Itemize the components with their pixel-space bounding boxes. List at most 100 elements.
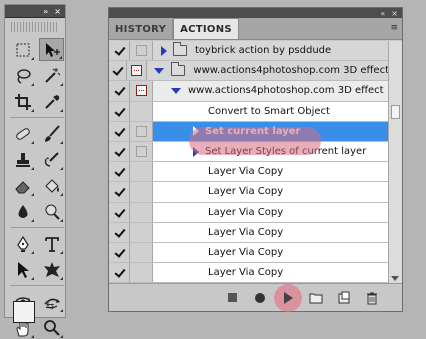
scroll-down-arrow-icon[interactable] [391, 276, 399, 281]
dodge-icon [45, 204, 60, 220]
toggle-item-checkbox[interactable] [109, 202, 130, 222]
checkmark-icon [114, 45, 125, 56]
expand-triangle-icon[interactable] [193, 146, 199, 157]
action-row[interactable]: www.actions4photoshop.com 3D effect [109, 81, 389, 102]
toggle-dialog-checkbox[interactable] [130, 222, 153, 242]
create-new-set-button[interactable] [309, 291, 323, 305]
scrollbar-thumb[interactable] [391, 105, 400, 119]
type-tool[interactable] [39, 232, 64, 255]
create-new-action-button[interactable] [337, 291, 351, 305]
toggle-item-checkbox[interactable] [109, 141, 130, 162]
stop-playing-button[interactable] [225, 291, 239, 305]
command-row[interactable]: Convert to Smart Object [109, 101, 389, 122]
clone-stamp-tool[interactable] [10, 148, 35, 171]
toggle-item-checkbox[interactable] [109, 242, 130, 263]
dialog-off-icon [135, 125, 147, 137]
close-panel-icon[interactable]: × [54, 7, 61, 16]
toggle-item-checkbox[interactable] [109, 61, 128, 81]
toggle-item-checkbox[interactable] [109, 162, 130, 182]
command-row[interactable]: Layer Via Copy [109, 182, 389, 203]
delete-button[interactable] [365, 291, 379, 305]
history-brush-tool[interactable] [39, 148, 64, 171]
blur-tool[interactable] [10, 200, 35, 223]
toggle-dialog-checkbox[interactable] [130, 263, 153, 283]
collapse-panel-icon[interactable]: » [43, 7, 48, 16]
blur-icon [18, 204, 27, 218]
toggle-dialog-checkbox[interactable] [130, 101, 153, 121]
action-set-row[interactable]: www.actions4photoshop.com 3D effect [109, 61, 389, 82]
tool-separator [10, 117, 64, 118]
toggle-dialog-checkbox[interactable] [130, 81, 153, 101]
record-icon [255, 292, 265, 303]
command-label: Layer Via Copy [208, 226, 284, 238]
toggle-dialog-checkbox[interactable] [130, 162, 153, 182]
collapse-panel-icon[interactable]: « [380, 9, 385, 18]
crop-icon [14, 93, 31, 110]
toggle-dialog-checkbox[interactable] [130, 121, 153, 141]
toggle-item-checkbox[interactable] [109, 263, 130, 283]
rectangular-marquee-tool[interactable] [10, 38, 35, 61]
toggle-dialog-checkbox[interactable] [130, 242, 153, 263]
paint-bucket-tool[interactable] [39, 174, 64, 197]
zoom-tool[interactable] [39, 316, 64, 339]
zoom-icon [43, 319, 60, 336]
panel-grip[interactable] [11, 22, 59, 32]
healing-brush-tool[interactable] [10, 122, 35, 145]
folder-icon [171, 62, 186, 77]
eyedropper-icon [44, 94, 59, 109]
begin-recording-button[interactable] [253, 291, 267, 305]
expand-triangle-icon[interactable] [161, 45, 167, 56]
tab-actions[interactable]: ACTIONS [173, 18, 239, 39]
panel-tabbar: HISTORY ACTIONS ≡ [109, 18, 402, 40]
tab-history[interactable]: HISTORY [109, 19, 174, 39]
eraser-tool[interactable] [10, 174, 35, 197]
clone-stamp-icon [15, 152, 30, 167]
magic-wand-icon [44, 67, 60, 83]
toggle-item-checkbox[interactable] [109, 121, 130, 141]
command-row[interactable]: Layer Via Copy [109, 202, 389, 223]
crop-tool[interactable] [10, 90, 35, 113]
actions-list: toybrick action by psddude www.actions4p… [109, 41, 389, 283]
custom-shape-tool[interactable] [39, 258, 64, 281]
collapse-triangle-icon[interactable] [171, 87, 181, 94]
command-row[interactable]: Layer Via Copy [109, 242, 389, 264]
play-icon [283, 291, 293, 304]
pen-tool[interactable] [10, 232, 35, 255]
toggle-dialog-checkbox[interactable] [130, 182, 153, 202]
close-panel-icon[interactable]: × [391, 9, 398, 18]
toggle-dialog-checkbox[interactable] [130, 202, 153, 222]
move-tool[interactable] [39, 38, 64, 61]
toggle-item-checkbox[interactable] [109, 41, 130, 61]
swap-colors-icon[interactable]: ⇆ [46, 301, 54, 312]
expand-triangle-icon[interactable] [193, 126, 199, 137]
vertical-scrollbar[interactable] [388, 41, 402, 283]
dialog-on-icon [135, 85, 147, 97]
dodge-tool[interactable] [39, 200, 64, 223]
tool-grid [5, 34, 65, 339]
collapse-triangle-icon[interactable] [154, 67, 165, 74]
toggle-dialog-checkbox[interactable] [130, 141, 153, 162]
toggle-item-checkbox[interactable] [109, 101, 130, 121]
command-row[interactable]: Layer Via Copy [109, 162, 389, 183]
eyedropper-tool[interactable] [39, 90, 64, 113]
path-selection-tool[interactable] [10, 258, 35, 281]
command-row[interactable]: Set current layer [109, 121, 389, 142]
command-row[interactable]: Layer Via Copy [109, 263, 389, 283]
play-selection-button[interactable] [274, 283, 302, 312]
lasso-tool[interactable] [10, 64, 35, 87]
brush-tool[interactable] [39, 122, 64, 145]
action-label: www.actions4photoshop.com 3D effect [188, 85, 384, 97]
toggle-dialog-checkbox[interactable] [127, 61, 148, 81]
toggle-item-checkbox[interactable] [109, 81, 130, 101]
panel-menu-icon[interactable]: ≡ [390, 23, 398, 33]
toggle-item-checkbox[interactable] [109, 182, 130, 202]
dialog-off-icon [135, 45, 147, 57]
command-row[interactable]: Layer Via Copy [109, 222, 389, 243]
magic-wand-tool[interactable] [39, 64, 64, 87]
command-row[interactable]: Set Layer Styles of current layer [109, 141, 389, 163]
toggle-dialog-checkbox[interactable] [130, 41, 153, 61]
command-label: Layer Via Copy [208, 246, 284, 258]
action-set-row[interactable]: toybrick action by psddude [109, 41, 389, 62]
toggle-item-checkbox[interactable] [109, 222, 130, 242]
foreground-color-swatch[interactable] [13, 301, 35, 323]
